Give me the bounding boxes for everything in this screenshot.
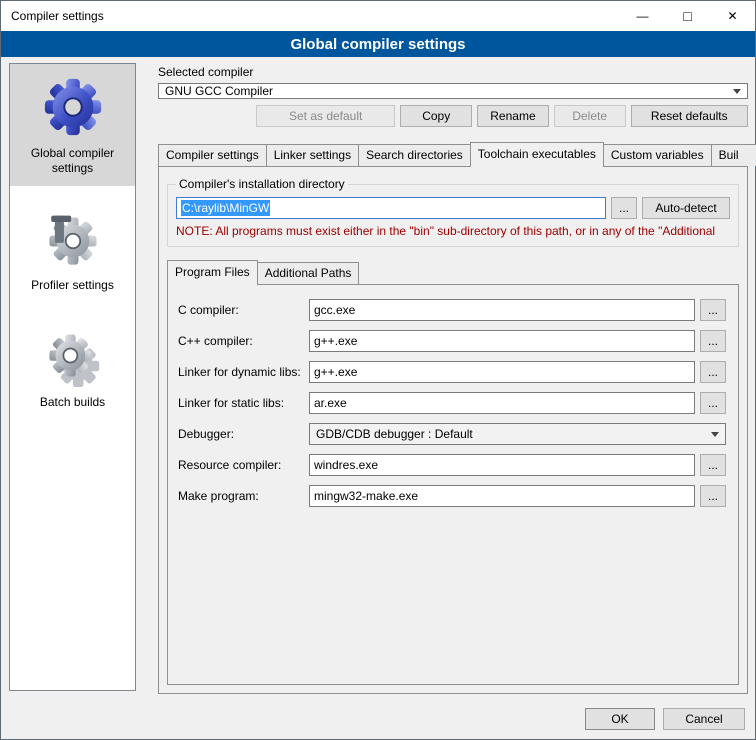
make-program-value: mingw32-make.exe — [314, 489, 418, 503]
selected-compiler-value: GNU GCC Compiler — [165, 84, 273, 98]
linker-dynamic-label: Linker for dynamic libs: — [178, 365, 304, 379]
window-controls: — □ ✕ — [620, 1, 755, 31]
debugger-select[interactable]: GDB/CDB debugger : Default — [309, 423, 726, 445]
c-compiler-browse-button[interactable]: ... — [700, 299, 726, 321]
chevron-down-icon — [728, 85, 746, 97]
tab-compiler-settings[interactable]: Compiler settings — [158, 144, 267, 166]
maximize-button[interactable]: □ — [665, 1, 710, 31]
dialog-header-title: Global compiler settings — [290, 36, 465, 53]
chevron-down-icon — [706, 425, 724, 443]
set-as-default-button[interactable]: Set as default — [256, 105, 395, 127]
install-dir-selection: C:\raylib\MinGW — [181, 200, 270, 216]
dialog-header: Global compiler settings — [1, 31, 755, 57]
sidebar-item-label: Global compiler settings — [13, 146, 132, 176]
installation-directory-group: Compiler's installation directory C:\ray… — [167, 177, 739, 247]
linker-dynamic-input[interactable]: g++.exe — [309, 361, 695, 383]
copy-button[interactable]: Copy — [400, 105, 472, 127]
make-program-browse-button[interactable]: ... — [700, 485, 726, 507]
linker-static-input[interactable]: ar.exe — [309, 392, 695, 414]
sidebar-item-batch-builds[interactable]: Batch builds — [10, 319, 135, 420]
installation-directory-legend: Compiler's installation directory — [176, 177, 348, 191]
selected-compiler-label: Selected compiler — [158, 65, 748, 79]
linker-static-label: Linker for static libs: — [178, 396, 304, 410]
cpp-compiler-value: g++.exe — [314, 334, 357, 348]
minimize-button[interactable]: — — [620, 1, 665, 31]
linker-static-browse-button[interactable]: ... — [700, 392, 726, 414]
tab-search-directories[interactable]: Search directories — [358, 144, 471, 166]
rename-button[interactable]: Rename — [477, 105, 549, 127]
linker-static-value: ar.exe — [314, 396, 347, 410]
delete-button[interactable]: Delete — [554, 105, 626, 127]
settings-category-sidebar: Global compiler settings — [9, 63, 136, 691]
batch-builds-gear-icon — [13, 331, 132, 387]
ok-button[interactable]: OK — [585, 708, 655, 730]
sidebar-item-global-compiler-settings[interactable]: Global compiler settings — [10, 64, 135, 186]
subtab-additional-paths[interactable]: Additional Paths — [257, 262, 360, 284]
c-compiler-input[interactable]: gcc.exe — [309, 299, 695, 321]
tab-toolchain-executables[interactable]: Toolchain executables — [470, 142, 604, 167]
tab-linker-settings[interactable]: Linker settings — [266, 144, 359, 166]
toolchain-executables-panel: Compiler's installation directory C:\ray… — [158, 166, 748, 694]
install-dir-note: NOTE: All programs must exist either in … — [176, 224, 730, 238]
c-compiler-value: gcc.exe — [314, 303, 355, 317]
sidebar-item-profiler-settings[interactable]: Profiler settings — [10, 200, 135, 303]
program-files-panel: C compiler: gcc.exe ... C++ compiler: g+… — [167, 284, 739, 685]
resource-compiler-input[interactable]: windres.exe — [309, 454, 695, 476]
reset-defaults-button[interactable]: Reset defaults — [631, 105, 748, 127]
cpp-compiler-browse-button[interactable]: ... — [700, 330, 726, 352]
close-button[interactable]: ✕ — [710, 1, 755, 31]
c-compiler-label: C compiler: — [178, 303, 304, 317]
debugger-value: GDB/CDB debugger : Default — [316, 427, 473, 441]
cpp-compiler-input[interactable]: g++.exe — [309, 330, 695, 352]
cancel-button[interactable]: Cancel — [663, 708, 745, 730]
main-content: Selected compiler GNU GCC Compiler Set a… — [146, 65, 748, 691]
cpp-compiler-label: C++ compiler: — [178, 334, 304, 348]
tab-build-options[interactable]: Buil — [711, 144, 756, 166]
linker-dynamic-value: g++.exe — [314, 365, 357, 379]
sidebar-item-label: Profiler settings — [13, 278, 132, 293]
install-dir-browse-button[interactable]: ... — [611, 197, 637, 219]
program-files-tabstrip: Program Files Additional Paths — [167, 260, 739, 284]
resource-compiler-value: windres.exe — [314, 458, 378, 472]
selected-compiler-select[interactable]: GNU GCC Compiler — [158, 83, 748, 99]
make-program-label: Make program: — [178, 489, 304, 503]
tab-custom-variables[interactable]: Custom variables — [603, 144, 712, 166]
global-compiler-gear-icon — [13, 76, 132, 138]
window-titlebar: Compiler settings — □ ✕ — [1, 1, 755, 31]
compiler-actions: Set as default Copy Rename Delete Reset … — [158, 105, 748, 127]
sidebar-item-label: Batch builds — [13, 395, 132, 410]
debugger-label: Debugger: — [178, 427, 304, 441]
make-program-input[interactable]: mingw32-make.exe — [309, 485, 695, 507]
window-title: Compiler settings — [1, 9, 104, 23]
autodetect-button[interactable]: Auto-detect — [642, 197, 730, 219]
subtab-program-files[interactable]: Program Files — [167, 260, 258, 285]
resource-compiler-browse-button[interactable]: ... — [700, 454, 726, 476]
resource-compiler-label: Resource compiler: — [178, 458, 304, 472]
install-dir-input[interactable]: C:\raylib\MinGW — [176, 197, 606, 219]
linker-dynamic-browse-button[interactable]: ... — [700, 361, 726, 383]
settings-tabstrip: Compiler settings Linker settings Search… — [158, 142, 748, 166]
profiler-gear-icon — [13, 212, 132, 270]
dialog-footer: OK Cancel — [585, 708, 745, 730]
